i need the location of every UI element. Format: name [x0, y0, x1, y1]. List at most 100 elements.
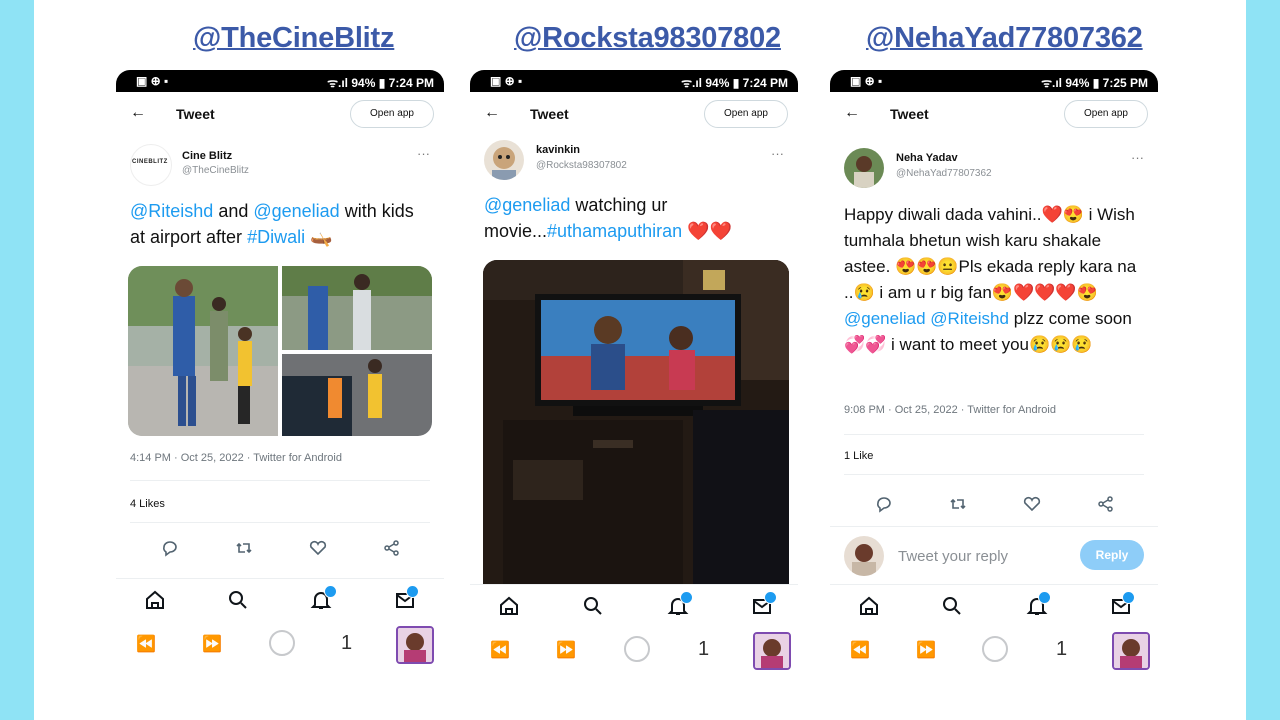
page-title: Tweet — [176, 106, 215, 122]
tweet-text: @Riteishd and @geneliad with kids at air… — [116, 198, 444, 250]
tv-photo-image — [483, 260, 789, 590]
back-arrow-icon[interactable]: ← — [130, 104, 146, 122]
rewind-icon[interactable]: ⏪ — [850, 640, 870, 660]
like-icon[interactable] — [1022, 494, 1042, 514]
open-app-button[interactable]: Open app — [1064, 100, 1148, 128]
home-circle-icon[interactable] — [624, 636, 650, 662]
profile-photo-image — [398, 628, 432, 662]
mention-link[interactable]: @geneliad — [484, 195, 570, 215]
avatar-photo-image — [844, 148, 884, 188]
more-options-icon[interactable]: ··· — [771, 146, 784, 161]
system-navigation: ⏪ ⏩ 1 — [830, 630, 1158, 670]
author-handle[interactable]: @NehaYad77807362 — [896, 168, 992, 179]
reply-button[interactable]: Reply — [1080, 540, 1144, 570]
photo-collage-image — [128, 266, 432, 436]
likes-count[interactable]: 1 Like — [844, 450, 873, 462]
avatar[interactable] — [484, 140, 524, 180]
status-icons-right: ᯤ.ıl 94% ▮ 7:24 PM — [681, 76, 788, 90]
hashtag-link[interactable]: #Diwali — [247, 227, 305, 247]
reply-icon[interactable] — [874, 494, 894, 514]
status-bar: ▣ ⊕ ▪ ᯤ.ıl 94% ▮ 7:24 PM — [470, 70, 798, 92]
more-options-icon[interactable]: ··· — [417, 146, 430, 161]
divider — [844, 474, 1144, 475]
fast-forward-icon[interactable]: ⏩ — [916, 640, 936, 660]
status-icons-left: ▣ ⊕ ▪ — [850, 74, 883, 88]
tweet-photo-grid[interactable] — [128, 266, 432, 436]
author-name[interactable]: kavinkin — [536, 144, 580, 156]
home-icon[interactable] — [498, 595, 520, 617]
status-icons-left: ▣ ⊕ ▪ — [136, 74, 169, 88]
retweet-icon[interactable] — [234, 538, 254, 558]
author-name[interactable]: Neha Yadav — [896, 152, 958, 164]
divider — [830, 526, 1158, 527]
phone-screenshot-1: ▣ ⊕ ▪ ᯤ.ıl 94% ▮ 7:24 PM ← Tweet Open ap… — [116, 70, 444, 670]
mention-link[interactable]: @Riteishd — [930, 309, 1009, 328]
app-bar: ← Tweet Open app — [116, 92, 444, 138]
likes-count[interactable]: 4 Likes — [130, 498, 165, 510]
bottom-navigation — [116, 578, 444, 619]
reply-icon[interactable] — [160, 538, 180, 558]
user-avatar-image — [844, 536, 884, 576]
notification-badge — [324, 585, 337, 598]
author-name[interactable]: Cine Blitz — [182, 150, 232, 162]
avatar — [844, 536, 884, 576]
profile-photo-image — [755, 634, 789, 668]
back-arrow-icon[interactable]: ← — [844, 104, 860, 122]
divider — [130, 480, 430, 481]
tweet-text-part: and — [213, 201, 254, 221]
profile-photo-image — [1114, 634, 1148, 668]
status-icons-left: ▣ ⊕ ▪ — [490, 74, 523, 88]
tweet-author: CINEBLITZ Cine Blitz @TheCineBlitz ··· — [116, 138, 444, 194]
search-icon[interactable] — [582, 595, 604, 617]
hashtag-link[interactable]: #uthamaputhiran — [547, 221, 682, 241]
page-number: 1 — [698, 638, 710, 660]
page-number: 1 — [1056, 638, 1068, 660]
search-icon[interactable] — [227, 589, 249, 611]
avatar[interactable] — [844, 148, 884, 188]
like-icon[interactable] — [308, 538, 328, 558]
fast-forward-icon[interactable]: ⏩ — [556, 640, 576, 660]
retweet-icon[interactable] — [948, 494, 968, 514]
page-number: 1 — [341, 632, 353, 654]
open-app-button[interactable]: Open app — [350, 100, 434, 128]
phone-screenshot-2: ▣ ⊕ ▪ ᯤ.ıl 94% ▮ 7:24 PM ← Tweet Open ap… — [470, 70, 798, 670]
mention-link[interactable]: @geneliad — [253, 201, 339, 221]
more-options-icon[interactable]: ··· — [1131, 150, 1144, 165]
profile-thumbnail[interactable] — [753, 632, 791, 670]
share-icon[interactable] — [382, 538, 402, 558]
share-icon[interactable] — [1096, 494, 1116, 514]
tweet-author: Neha Yadav @NehaYad77807362 ··· — [830, 138, 1158, 200]
phone-screenshot-3: ▣ ⊕ ▪ ᯤ.ıl 94% ▮ 7:25 PM ← Tweet Open ap… — [830, 70, 1158, 670]
profile-thumbnail[interactable] — [396, 626, 434, 664]
tweet-actions — [830, 490, 1158, 520]
tweet-text-part: 🛶 — [305, 227, 333, 247]
rewind-icon[interactable]: ⏪ — [490, 640, 510, 660]
avatar[interactable]: CINEBLITZ — [130, 144, 172, 186]
author-handle[interactable]: @TheCineBlitz — [182, 165, 249, 176]
tweet-text: Happy diwali dada vahini..❤️😍 i Wish tum… — [830, 202, 1158, 358]
mention-link[interactable]: @Riteishd — [130, 201, 213, 221]
left-cyan-border — [0, 0, 34, 720]
messages-badge — [406, 585, 419, 598]
author-handle[interactable]: @Rocksta98307802 — [536, 160, 627, 171]
notification-badge — [1038, 591, 1051, 604]
fast-forward-icon[interactable]: ⏩ — [202, 634, 222, 654]
tweet-text-part: Happy diwali dada vahini..❤️😍 i Wish tum… — [844, 205, 1137, 302]
tweet-photo[interactable] — [483, 260, 789, 590]
divider — [844, 434, 1144, 435]
rewind-icon[interactable]: ⏪ — [136, 634, 156, 654]
home-circle-icon[interactable] — [982, 636, 1008, 662]
home-icon[interactable] — [144, 589, 166, 611]
back-arrow-icon[interactable]: ← — [484, 104, 500, 122]
messages-badge — [1122, 591, 1135, 604]
home-icon[interactable] — [858, 595, 880, 617]
home-circle-icon[interactable] — [269, 630, 295, 656]
reply-input[interactable]: Tweet your reply — [898, 548, 1008, 565]
open-app-button[interactable]: Open app — [704, 100, 788, 128]
profile-thumbnail[interactable] — [1112, 632, 1150, 670]
avatar-photo-image — [484, 140, 524, 180]
search-icon[interactable] — [941, 595, 963, 617]
mention-link[interactable]: @geneliad — [844, 309, 926, 328]
status-bar: ▣ ⊕ ▪ ᯤ.ıl 94% ▮ 7:25 PM — [830, 70, 1158, 92]
tweet-author: kavinkin @Rocksta98307802 ··· — [470, 138, 798, 192]
